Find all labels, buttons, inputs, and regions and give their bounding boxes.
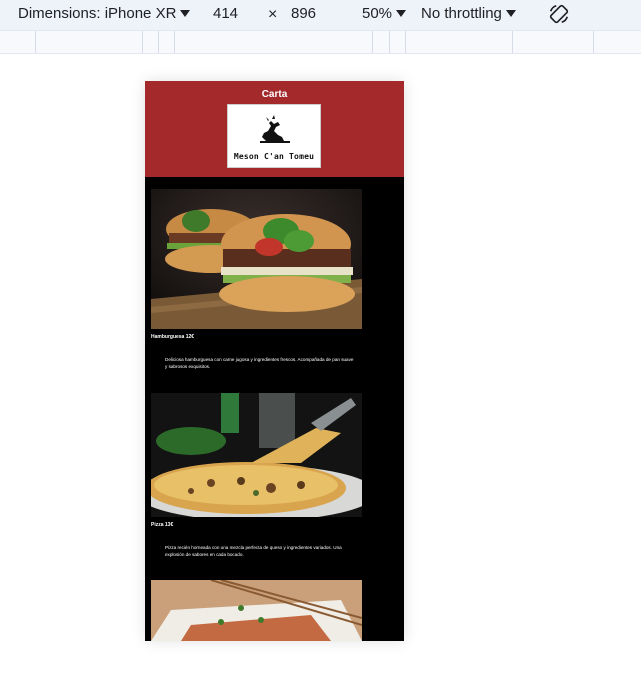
page-header: Carta Meson C'an Tomeu (145, 81, 404, 177)
bull-logo-icon (260, 115, 290, 143)
menu-item-description: Deliciosa hamburguesa con carne jugosa y… (165, 357, 354, 369)
menu-item-burger: Hamburguesa 12€ Deliciosa hamburguesa co… (151, 189, 362, 370)
menu-item-pizza: Pizza 13€ Pizza recién horneada con una … (151, 393, 362, 558)
ruler-tick (593, 31, 594, 53)
chevron-down-icon (396, 10, 407, 17)
zoom-label: 50% (362, 5, 393, 22)
menu-item-title: Hamburguesa 12€ (151, 334, 195, 340)
device-viewport: Carta Meson C'an Tomeu Hamburguesa 12€ D… (145, 81, 404, 641)
ruler-tick (405, 31, 406, 53)
ruler-tick (158, 31, 159, 53)
restaurant-logo: Meson C'an Tomeu (227, 104, 321, 168)
media-query-ruler[interactable] (0, 30, 641, 54)
ruler-tick (174, 31, 175, 53)
chevron-down-icon (505, 10, 516, 17)
menu-item-title: Pizza 13€ (151, 522, 174, 528)
ruler-tick (389, 31, 390, 53)
logo-text: Meson C'an Tomeu (233, 152, 315, 161)
pizza-photo (151, 393, 362, 517)
throttling-dropdown[interactable]: No throttling (421, 5, 516, 22)
dimensions-dropdown[interactable]: Dimensions: iPhone XR (18, 5, 191, 22)
menu-item-dish (151, 580, 362, 641)
width-input[interactable]: 414 (213, 5, 238, 22)
burger-photo (151, 189, 362, 329)
zoom-dropdown[interactable]: 50% (362, 5, 407, 22)
dimensions-label: Dimensions: iPhone XR (18, 5, 177, 22)
times-glyph: × (268, 6, 278, 23)
chevron-down-icon (180, 10, 191, 17)
width-value: 414 (213, 5, 239, 22)
menu-item-description: Pizza recién horneada con una mezcla per… (165, 545, 342, 557)
height-value: 896 (291, 5, 317, 22)
dish-photo (151, 580, 362, 641)
ruler-tick (142, 31, 143, 53)
device-toolbar: Dimensions: iPhone XR 414 × 896 50% No t… (0, 0, 641, 30)
ruler-tick (512, 31, 513, 53)
ruler-tick (35, 31, 36, 53)
times-separator: × (268, 6, 277, 24)
throttling-label: No throttling (421, 5, 502, 22)
page-title: Carta (261, 89, 288, 100)
rotate-icon[interactable] (548, 3, 570, 25)
ruler-tick (372, 31, 373, 53)
height-input[interactable]: 896 (291, 5, 316, 22)
